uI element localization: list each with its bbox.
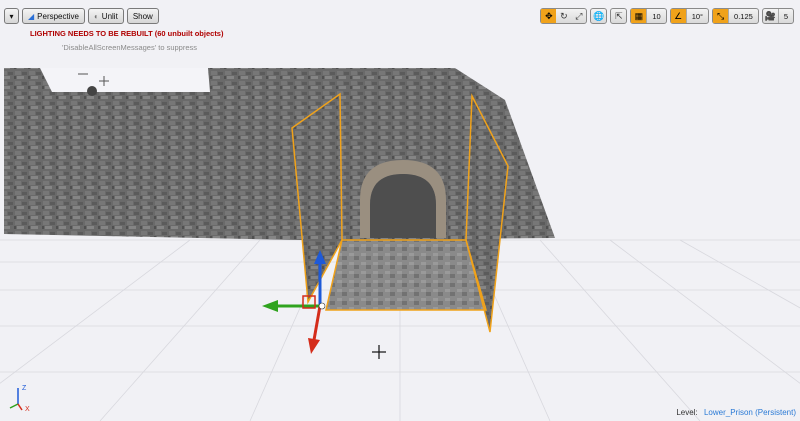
grid-snap-group: ▦ 10 xyxy=(630,8,667,24)
view-mode-icon: ◐ xyxy=(93,11,99,21)
perspective-label: Perspective xyxy=(37,11,79,21)
axis-x-label: X xyxy=(25,406,30,413)
viewport-toolbar-right: ✥ ↻ ⤢ 🌐 ⇱ ▦ 10 ∠ 10° ⤡ 0.125 🎥 5 xyxy=(540,8,794,24)
scene-render xyxy=(0,0,800,421)
scale-mode-icon[interactable]: ⤢ xyxy=(571,9,586,23)
room-floor xyxy=(326,240,486,310)
rotation-snap-icon[interactable]: ∠ xyxy=(670,9,686,23)
show-button[interactable]: Show xyxy=(126,8,159,24)
scale-snap-icon[interactable]: ⤡ xyxy=(713,9,729,23)
coordinate-system-group: 🌐 xyxy=(590,8,608,24)
unlit-label: Unlit xyxy=(101,11,118,21)
level-status: Level: Lower_Prison (Persistent) xyxy=(676,408,796,417)
suppress-hint: 'DisableAllScreenMessages' to suppress xyxy=(62,43,198,52)
viewport-toolbar-left: ▾ ◢ Perspective ◐ Unlit Show xyxy=(4,8,159,24)
show-label: Show xyxy=(132,11,153,21)
surface-snap-group: ⇱ xyxy=(610,8,628,24)
chevron-down-icon: ▾ xyxy=(9,11,14,21)
axis-indicator: Z X xyxy=(9,385,30,413)
perspective-button[interactable]: ◢ Perspective xyxy=(22,8,85,24)
world-space-icon[interactable]: 🌐 xyxy=(591,9,606,23)
translate-mode-icon[interactable]: ✥ xyxy=(541,9,557,23)
grid-snap-value[interactable]: 10 xyxy=(646,9,665,23)
unlit-button[interactable]: ◐ Unlit xyxy=(87,8,124,24)
level-name: Lower_Prison (Persistent) xyxy=(703,408,796,417)
transform-mode-group: ✥ ↻ ⤢ xyxy=(540,8,588,24)
rotation-snap-group: ∠ 10° xyxy=(669,8,710,24)
rotate-mode-icon[interactable]: ↻ xyxy=(556,9,571,23)
rotation-snap-value[interactable]: 10° xyxy=(685,9,708,23)
axis-z-label: Z xyxy=(22,385,27,392)
camera-speed-group: 🎥 5 xyxy=(761,8,794,24)
lighting-warning: LIGHTING NEEDS TO BE REBUILT (60 unbuilt… xyxy=(30,29,224,38)
scale-snap-group: ⤡ 0.125 xyxy=(712,8,759,24)
camera-speed-icon[interactable]: 🎥 xyxy=(763,9,778,23)
surface-snapping-icon[interactable]: ⇱ xyxy=(611,9,626,23)
scale-snap-value[interactable]: 0.125 xyxy=(728,9,758,23)
level-label: Level: xyxy=(676,408,698,417)
level-viewport[interactable]: ▾ ◢ Perspective ◐ Unlit Show LIGHTING NE… xyxy=(0,0,800,421)
grid-snap-icon[interactable]: ▦ xyxy=(631,9,647,23)
camera-speed-value[interactable]: 5 xyxy=(777,9,793,23)
crosshair-icon xyxy=(372,345,386,359)
viewport-options-button[interactable]: ▾ xyxy=(4,8,19,24)
perspective-icon: ◢ xyxy=(28,11,35,21)
